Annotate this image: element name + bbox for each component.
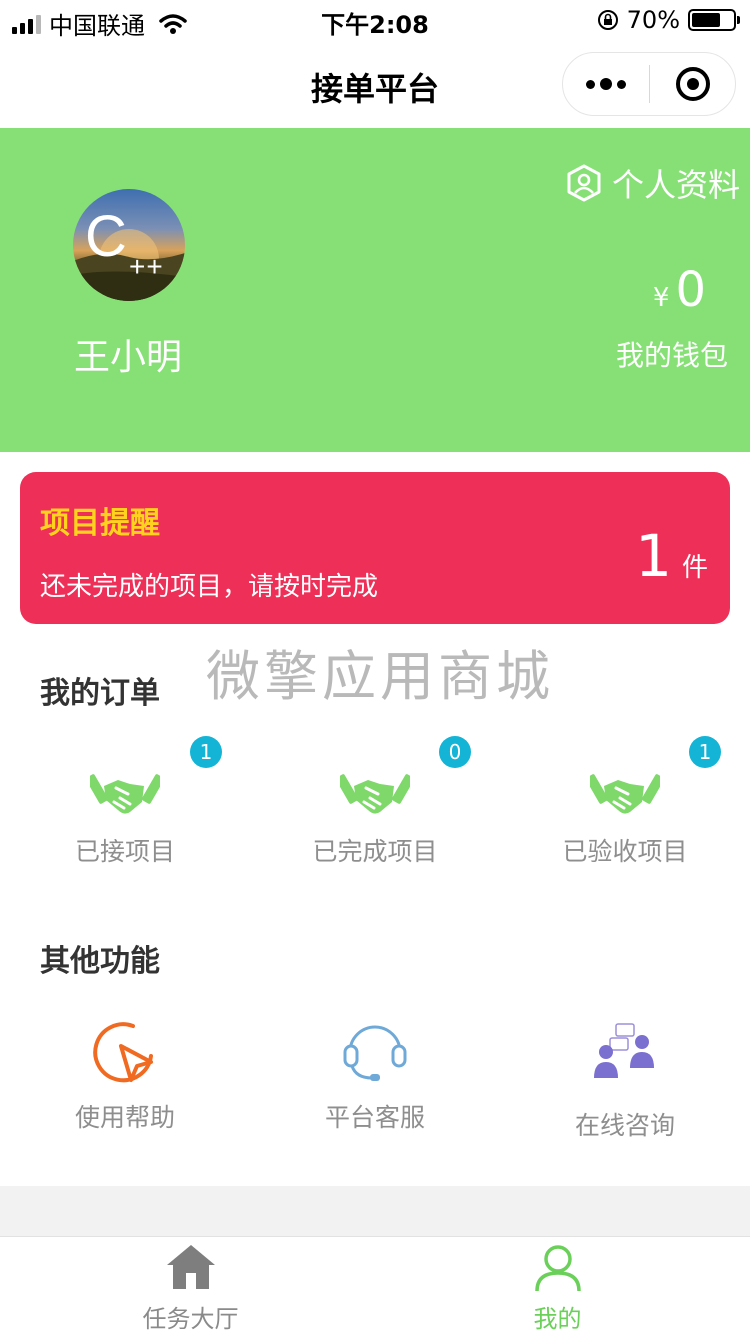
tab-mine[interactable]: 我的 xyxy=(370,1237,745,1334)
order-item-verified[interactable]: 已验收项目 1 xyxy=(500,736,750,868)
dot-icon xyxy=(586,79,595,89)
count-badge: 0 xyxy=(439,736,471,768)
order-item-accepted[interactable]: 已接项目 1 xyxy=(0,736,250,868)
reminder-text: 还未完成的项目，请按时完成 xyxy=(40,572,379,602)
profile-link-label: 个人资料 xyxy=(611,166,740,204)
user-icon xyxy=(535,1245,581,1292)
watermark: 微擎应用商城 xyxy=(206,645,554,708)
wallet-balance: 0 xyxy=(675,262,706,318)
function-item-label: 使用帮助 xyxy=(74,1103,175,1132)
function-item-consult[interactable]: 在线咨询 xyxy=(500,1022,750,1142)
function-item-help[interactable]: 使用帮助 xyxy=(0,1020,250,1134)
reminder-count-number: 1 xyxy=(635,522,672,590)
dot-icon xyxy=(600,78,612,90)
currency-symbol: ¥ xyxy=(652,283,670,313)
close-mini-program-button[interactable] xyxy=(650,53,735,115)
reminder-title: 项目提醒 xyxy=(40,506,160,541)
handshake-icon xyxy=(590,774,660,814)
tab-label: 我的 xyxy=(533,1305,582,1333)
dot-icon xyxy=(617,79,626,89)
reminder-count-unit: 件 xyxy=(681,553,708,583)
battery-percent: 70% xyxy=(626,6,680,34)
tab-task-hall[interactable]: 任务大厅 xyxy=(3,1237,378,1334)
order-item-completed[interactable]: 已完成项目 0 xyxy=(250,736,500,868)
wallet-label[interactable]: 我的钱包 xyxy=(616,334,728,374)
username: 王小明 xyxy=(73,337,182,378)
function-item-service[interactable]: 平台客服 xyxy=(250,1020,500,1134)
battery-fill xyxy=(692,13,720,27)
handshake-icon xyxy=(90,774,160,814)
tab-label: 任务大厅 xyxy=(142,1305,239,1333)
nav-bar: 接单平台 xyxy=(0,40,750,128)
profile-header: 个人资料 C ++ 王小明 ¥ 0 我的钱包 xyxy=(0,128,750,452)
function-item-label: 在线咨询 xyxy=(574,1111,675,1140)
rotation-lock-icon xyxy=(597,10,618,30)
status-right: 70% xyxy=(597,6,740,34)
avatar-suffix: ++ xyxy=(129,251,164,282)
page: 中国联通 下午2:08 70% 接单平台 个人资料 C ++ 王小明 ¥ 0 我… xyxy=(0,0,750,1334)
home-icon xyxy=(167,1245,215,1289)
avatar[interactable]: C ++ xyxy=(73,189,185,301)
reminder-count: 1 件 xyxy=(635,522,708,590)
handshake-icon xyxy=(340,774,410,814)
avatar-letter: C xyxy=(85,204,127,269)
mini-program-capsule xyxy=(562,52,736,116)
target-icon xyxy=(675,67,710,101)
project-reminder-card[interactable]: 项目提醒 还未完成的项目，请按时完成 1 件 xyxy=(20,472,730,624)
more-options-button[interactable] xyxy=(563,53,649,115)
battery-icon xyxy=(688,9,740,31)
order-item-label: 已接项目 xyxy=(74,837,175,866)
wallet-amount[interactable]: ¥ 0 xyxy=(653,262,706,318)
consult-icon xyxy=(594,1023,654,1078)
cursor-help-icon xyxy=(93,1022,153,1083)
order-item-label: 已验收项目 xyxy=(562,837,688,866)
headset-icon xyxy=(343,1025,407,1081)
profile-link[interactable]: 个人资料 xyxy=(566,160,740,206)
profile-shield-icon xyxy=(567,164,601,202)
footer-spacer xyxy=(0,1186,750,1236)
order-item-label: 已完成项目 xyxy=(312,837,438,866)
tab-bar: 任务大厅 我的 xyxy=(0,1236,750,1334)
count-badge: 1 xyxy=(190,736,222,768)
orders-section-title: 我的订单 xyxy=(40,676,160,711)
function-item-label: 平台客服 xyxy=(324,1103,425,1132)
functions-section-title: 其他功能 xyxy=(40,944,160,979)
count-badge: 1 xyxy=(689,736,721,768)
status-bar: 中国联通 下午2:08 70% xyxy=(0,0,750,40)
